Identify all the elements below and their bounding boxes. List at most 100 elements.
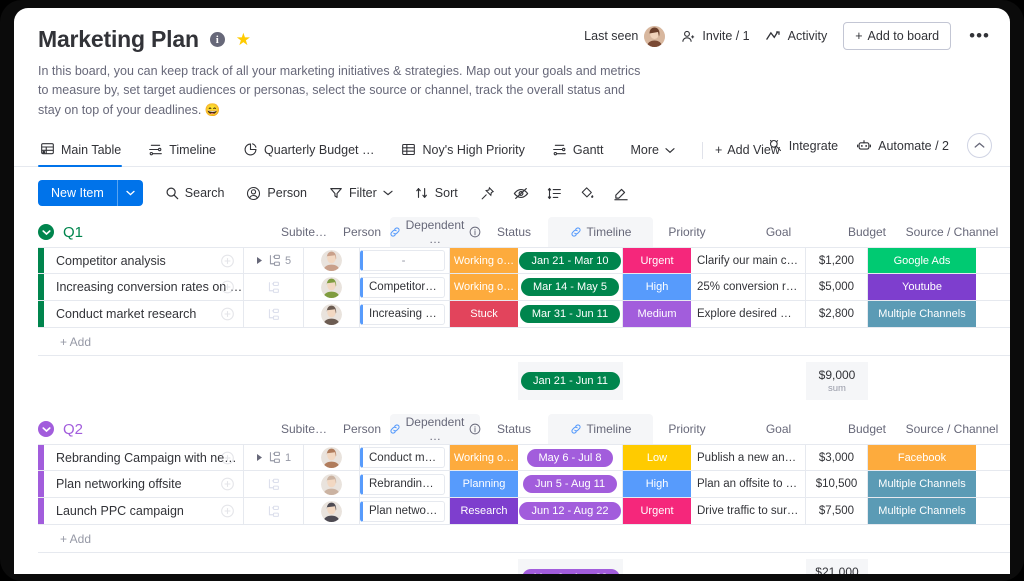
cell-priority[interactable]: Urgent [623,498,691,525]
search-button[interactable]: Search [165,186,224,200]
cell-source-channel[interactable]: Multiple Channels [868,498,976,525]
add-update-icon[interactable] [220,504,235,519]
cell-item-name[interactable]: Competitor analysis [44,248,244,274]
tab-quarterly-budget[interactable]: Quarterly Budget … [241,142,387,166]
cell-status[interactable]: Working o… [450,248,518,274]
summary-timeline[interactable]: May 6 - Aug 22 [518,559,623,574]
table-row[interactable]: Conduct market research Increasing conv… S… [38,301,1010,329]
cell-dependent[interactable]: Increasing conv… [360,301,450,328]
cell-dependent[interactable]: Plan networking… [360,498,450,525]
cell-timeline[interactable]: Jan 21 - Mar 10 [518,248,623,274]
cell-goal[interactable]: Drive traffic to surpa… [691,498,806,525]
star-icon[interactable]: ★ [236,31,251,48]
new-item-button[interactable]: New Item [38,180,143,207]
column-header-goal[interactable]: Goal [721,414,836,444]
cell-timeline[interactable]: Jun 5 - Aug 11 [518,471,623,498]
cell-subitems[interactable] [244,274,304,301]
cell-goal[interactable]: Plan an offsite to hel… [691,471,806,498]
sort-button[interactable]: Sort [415,186,458,200]
last-seen[interactable]: Last seen [584,25,666,47]
automate-button[interactable]: Automate / 2 [856,138,949,153]
filter-button[interactable]: Filter [329,186,393,200]
cell-dependent[interactable]: - [360,248,450,274]
column-header-person[interactable]: Person [334,217,390,247]
avatar[interactable] [321,276,342,298]
cell-status[interactable]: Working o… [450,274,518,301]
cell-person[interactable] [304,445,360,471]
column-header-source[interactable]: Source / Channel [898,217,1006,247]
cell-source-channel[interactable]: Multiple Channels [868,301,976,328]
add-item-row[interactable]: + Add [38,525,1010,554]
add-to-board-button[interactable]: + Add to board [843,22,952,50]
cell-subitems[interactable] [244,471,304,498]
cell-timeline[interactable]: May 6 - Jul 8 [518,445,623,471]
person-filter-button[interactable]: Person [246,186,307,201]
column-header-status[interactable]: Status [480,414,548,444]
activity-button[interactable]: Activity [765,29,827,43]
table-row[interactable]: Rebranding Campaign with new lo… 1 Conduct… [38,444,1010,472]
column-header-status[interactable]: Status [480,217,548,247]
cell-person[interactable] [304,274,360,301]
cell-source-channel[interactable]: Facebook [868,445,976,471]
add-update-icon[interactable] [220,307,235,322]
cell-budget[interactable]: $10,500 [806,471,868,498]
cell-budget[interactable]: $1,200 [806,248,868,274]
cell-budget[interactable]: $5,000 [806,274,868,301]
cell-priority[interactable]: Medium [623,301,691,328]
group-title[interactable]: Q1 [63,224,83,241]
column-header-subitems[interactable]: Subite… [274,414,334,444]
cell-status[interactable]: Stuck [450,301,518,328]
highlight-icon[interactable] [613,186,629,201]
expand-arrow-icon[interactable] [256,256,264,265]
cell-subitems[interactable] [244,498,304,525]
group-title[interactable]: Q2 [63,421,83,438]
chevron-down-icon[interactable] [116,180,143,207]
cell-item-name[interactable]: Plan networking offsite [44,471,244,498]
tab-noys-high-priority[interactable]: Noy's High Priority [399,142,537,166]
avatar[interactable] [321,473,342,495]
color-fill-icon[interactable] [580,186,595,201]
table-row[interactable]: Increasing conversion rates on lan… Compe… [38,274,1010,302]
more-options-icon[interactable]: ••• [967,26,992,46]
cell-budget[interactable]: $2,800 [806,301,868,328]
row-height-icon[interactable] [547,186,562,201]
avatar[interactable] [321,250,342,272]
cell-goal[interactable]: 25% conversion rate [691,274,806,301]
avatar[interactable] [644,25,666,47]
cell-priority[interactable]: Urgent [623,248,691,274]
cell-person[interactable] [304,471,360,498]
add-item-row[interactable]: + Add [38,328,1010,357]
tab-more[interactable]: More [628,143,687,166]
cell-priority[interactable]: High [623,471,691,498]
column-header-subitems[interactable]: Subite… [274,217,334,247]
cell-priority[interactable]: High [623,274,691,301]
pin-icon[interactable] [480,186,495,201]
cell-dependent[interactable]: Rebranding Ca… [360,471,450,498]
cell-goal[interactable]: Clarify our main co… [691,248,806,274]
cell-timeline[interactable]: Jun 12 - Aug 22 [518,498,623,525]
column-header-priority[interactable]: Priority [653,414,721,444]
column-header-timeline[interactable]: Timeline [548,414,653,445]
cell-status[interactable]: Planning [450,471,518,498]
table-row[interactable]: Plan networking offsite Rebranding Ca… Pla… [38,471,1010,499]
cell-item-name[interactable]: Launch PPC campaign [44,498,244,525]
cell-budget[interactable]: $7,500 [806,498,868,525]
column-header-source[interactable]: Source / Channel [898,414,1006,444]
invite-button[interactable]: Invite / 1 [681,29,750,44]
cell-status[interactable]: Research [450,498,518,525]
summary-timeline[interactable]: Jan 21 - Jun 11 [518,362,623,401]
expand-arrow-icon[interactable] [256,453,264,462]
table-row[interactable]: Competitor analysis 5 - Working o… Jan 21 - … [38,247,1010,275]
info-icon[interactable]: i [209,32,225,47]
table-row[interactable]: Launch PPC campaign Plan networking… Resea… [38,498,1010,526]
cell-subitems[interactable] [244,301,304,328]
cell-person[interactable] [304,301,360,328]
avatar[interactable] [321,303,342,325]
tab-timeline[interactable]: Timeline [146,142,229,166]
cell-goal[interactable]: Explore desired mar… [691,301,806,328]
column-header-goal[interactable]: Goal [721,217,836,247]
summary-budget[interactable]: $9,000 sum [806,362,868,401]
cell-dependent[interactable]: Conduct market… [360,445,450,471]
group-collapse-icon[interactable] [38,224,54,241]
collapse-header-button[interactable] [967,133,992,159]
